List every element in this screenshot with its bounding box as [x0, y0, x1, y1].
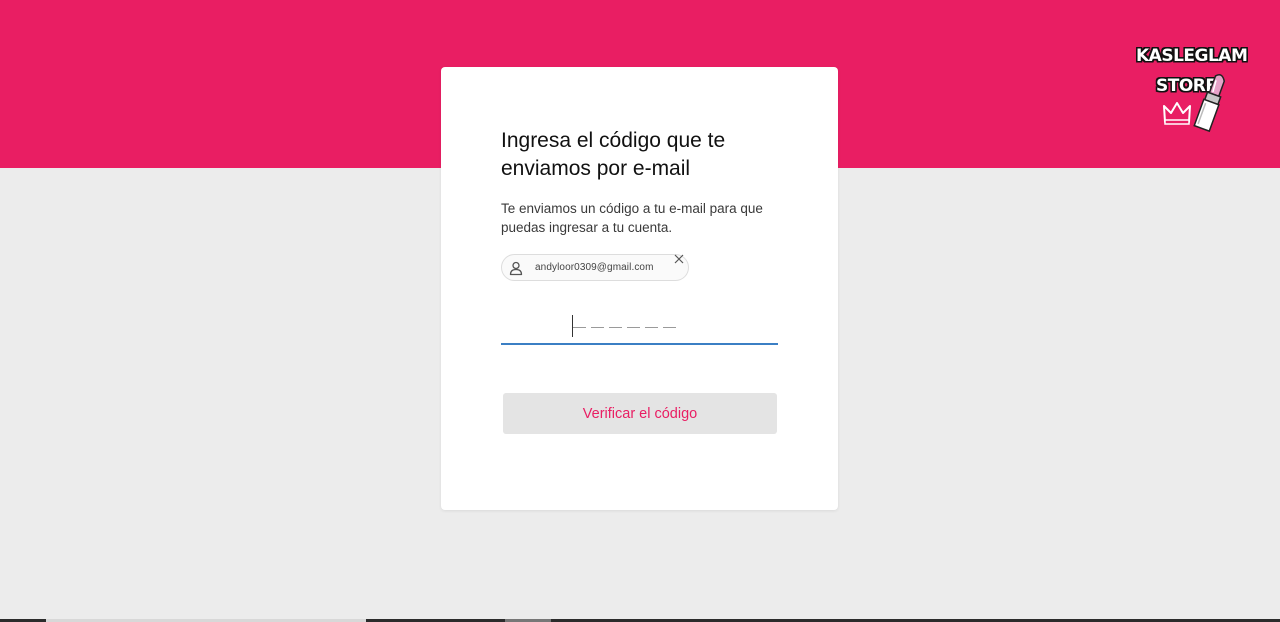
lipstick-icon — [1193, 74, 1226, 133]
crown-icon — [1163, 102, 1191, 125]
code-slot — [627, 327, 640, 328]
instructions-text: Te enviamos un código a tu e-mail para q… — [501, 201, 763, 235]
email-chip: andyloor0309@gmail.com — [501, 254, 689, 281]
verification-code-input[interactable] — [501, 312, 778, 345]
text-caret — [572, 315, 573, 337]
code-slot — [645, 327, 658, 328]
verification-card: Ingresa el código que te enviamos por e-… — [441, 67, 838, 510]
code-slot — [609, 327, 622, 328]
verify-code-button[interactable]: Verificar el código — [503, 393, 777, 434]
email-address: andyloor0309@gmail.com — [535, 262, 654, 273]
close-icon[interactable] — [673, 253, 685, 265]
code-slot — [663, 327, 676, 328]
brand-logo: KASLEGLAM STORE — [1130, 40, 1248, 135]
page-title: Ingresa el código que te enviamos por e-… — [501, 129, 726, 180]
user-icon — [509, 261, 523, 276]
code-slot-placeholders — [573, 327, 681, 328]
login-page: KASLEGLAM STORE Ingresa el código que te… — [0, 0, 1280, 622]
code-slot — [573, 327, 586, 328]
code-slot — [591, 327, 604, 328]
logo-text-line1: KASLEGLAM — [1136, 46, 1248, 66]
